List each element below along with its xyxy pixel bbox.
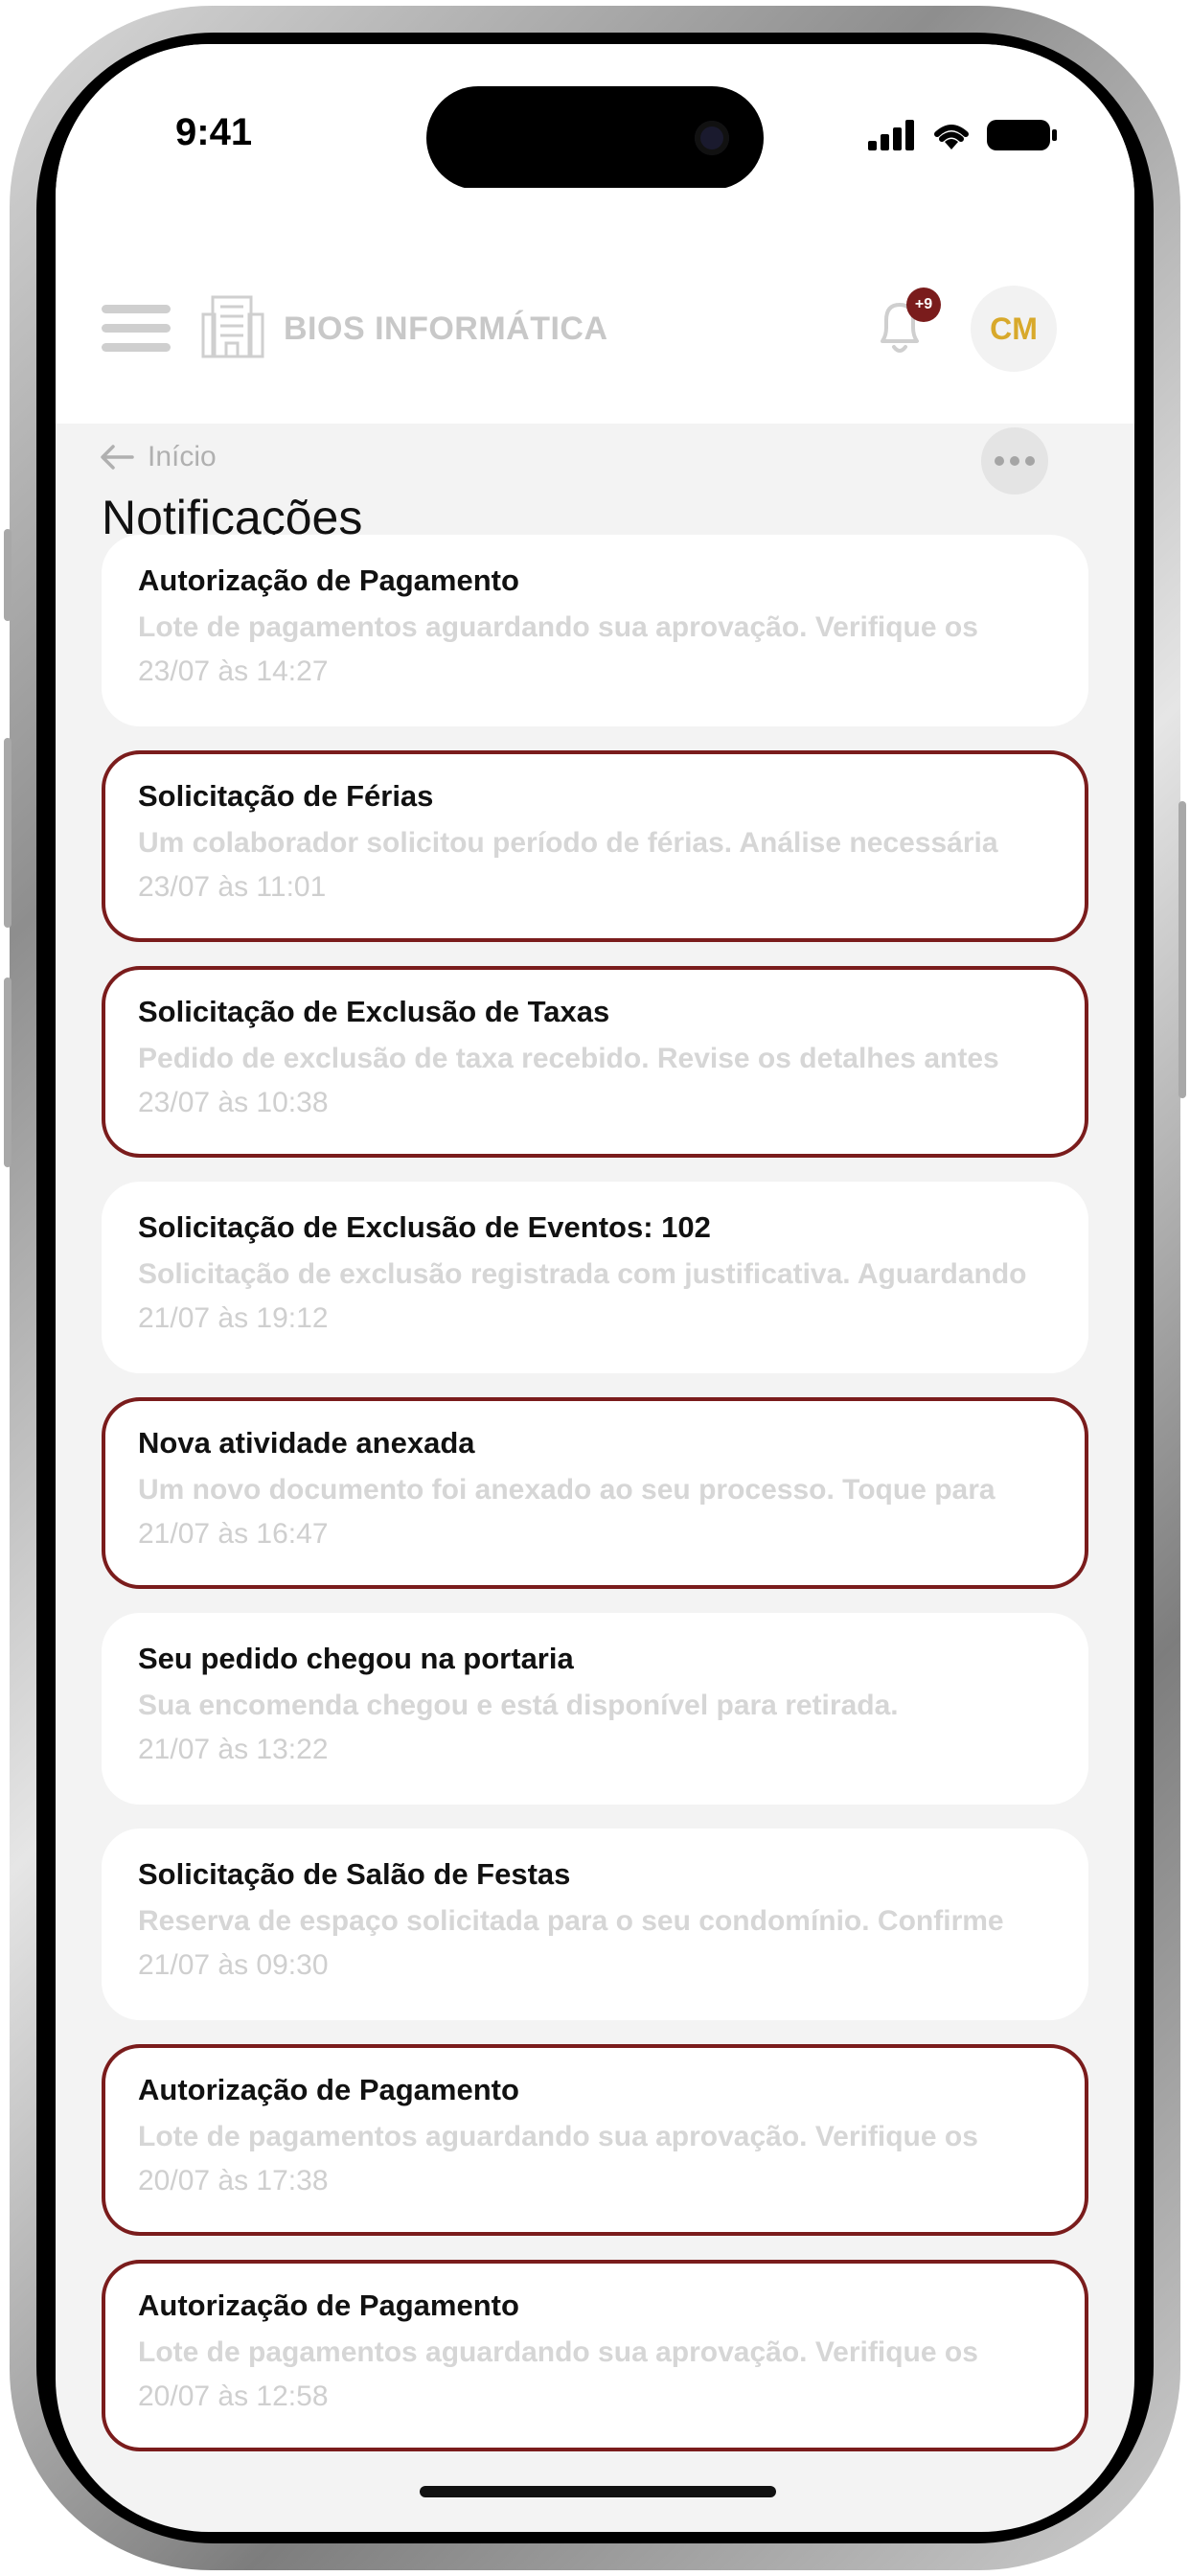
- notification-body: Solicitação de exclusão registrada com j…: [138, 1258, 1027, 1290]
- notification-card[interactable]: Solicitação de Férias Um colaborador sol…: [102, 750, 1088, 942]
- notification-body: Um novo documento foi anexado ao seu pro…: [138, 1474, 995, 1506]
- notification-title: Autorização de Pagamento: [138, 2073, 519, 2106]
- notification-time: 20/07 às 12:58: [138, 2380, 329, 2412]
- notification-time: 23/07 às 10:38: [138, 1087, 329, 1118]
- action-button: [4, 529, 11, 621]
- avatar[interactable]: CM: [971, 286, 1057, 372]
- notification-card[interactable]: Solicitação de Exclusão de Taxas Pedido …: [102, 966, 1088, 1158]
- status-bar: 9:41: [56, 44, 1134, 190]
- notification-time: 23/07 às 14:27: [138, 656, 329, 687]
- notification-body: Reserva de espaço solicitada para o seu …: [138, 1905, 1004, 1937]
- status-icons: [868, 119, 1058, 151]
- camera-icon: [695, 121, 729, 155]
- notification-badge: +9: [906, 288, 941, 322]
- notification-card[interactable]: Solicitação de Exclusão de Eventos: 102 …: [102, 1182, 1088, 1373]
- notification-time: 21/07 às 19:12: [138, 1302, 329, 1334]
- notification-title: Solicitação de Exclusão de Eventos: 102: [138, 1210, 711, 1244]
- notification-time: 21/07 às 13:22: [138, 1734, 329, 1765]
- home-indicator[interactable]: [420, 2486, 776, 2497]
- notification-body: Sua encomenda chegou e está disponível p…: [138, 1690, 899, 1721]
- notification-card[interactable]: Autorização de Pagamento Lote de pagamen…: [102, 2044, 1088, 2236]
- app-header: BIOS INFORMÁTICA +9 CM: [56, 188, 1134, 424]
- notification-list: Autorização de Pagamento Lote de pagamen…: [102, 535, 1088, 2475]
- notification-card[interactable]: Autorização de Pagamento Lote de pagamen…: [102, 535, 1088, 726]
- notification-title: Nova atividade anexada: [138, 1426, 475, 1460]
- notification-time: 23/07 às 11:01: [138, 871, 327, 903]
- signal-icon: [868, 120, 914, 150]
- notification-time: 21/07 às 09:30: [138, 1949, 329, 1981]
- wifi-icon: [934, 125, 969, 150]
- menu-icon[interactable]: [102, 305, 171, 353]
- notification-card[interactable]: Autorização de Pagamento Lote de pagamen…: [102, 2260, 1088, 2451]
- notification-title: Solicitação de Exclusão de Taxas: [138, 995, 610, 1028]
- notification-title: Solicitação de Férias: [138, 779, 434, 813]
- power-button: [1179, 801, 1186, 1098]
- notification-title: Solicitação de Salão de Festas: [138, 1857, 571, 1891]
- notification-time: 20/07 às 17:38: [138, 2165, 329, 2196]
- building-icon: [201, 295, 264, 358]
- notification-body: Lote de pagamentos aguardando sua aprova…: [138, 611, 978, 643]
- arrow-left-icon: [101, 445, 134, 470]
- notification-card[interactable]: Seu pedido chegou na portaria Sua encome…: [102, 1613, 1088, 1805]
- notification-body: Pedido de exclusão de taxa recebido. Rev…: [138, 1043, 999, 1074]
- notification-body: Lote de pagamentos aguardando sua aprova…: [138, 2336, 978, 2368]
- status-time: 9:41: [175, 111, 253, 153]
- battery-icon: [987, 120, 1057, 150]
- dynamic-island: [426, 86, 764, 190]
- notification-body: Um colaborador solicitou período de féri…: [138, 827, 998, 859]
- more-options-button[interactable]: [981, 427, 1048, 494]
- breadcrumb[interactable]: Início: [100, 441, 217, 473]
- notification-title: Autorização de Pagamento: [138, 564, 519, 597]
- notification-title: Seu pedido chegou na portaria: [138, 1642, 574, 1675]
- notification-title: Autorização de Pagamento: [138, 2288, 519, 2322]
- brand-name: BIOS INFORMÁTICA: [284, 310, 608, 347]
- breadcrumb-label: Início: [148, 441, 217, 472]
- notification-card[interactable]: Solicitação de Salão de Festas Reserva d…: [102, 1828, 1088, 2020]
- notification-card[interactable]: Nova atividade anexada Um novo documento…: [102, 1397, 1088, 1589]
- notification-body: Lote de pagamentos aguardando sua aprova…: [138, 2121, 978, 2152]
- more-icon: [995, 456, 1004, 466]
- volume-up-button: [4, 738, 11, 928]
- volume-down-button: [4, 978, 11, 1167]
- notification-time: 21/07 às 16:47: [138, 1518, 329, 1550]
- phone-screen: 9:41 BIOS INFORMÁTICA +9 CM Início Notif…: [56, 44, 1134, 2532]
